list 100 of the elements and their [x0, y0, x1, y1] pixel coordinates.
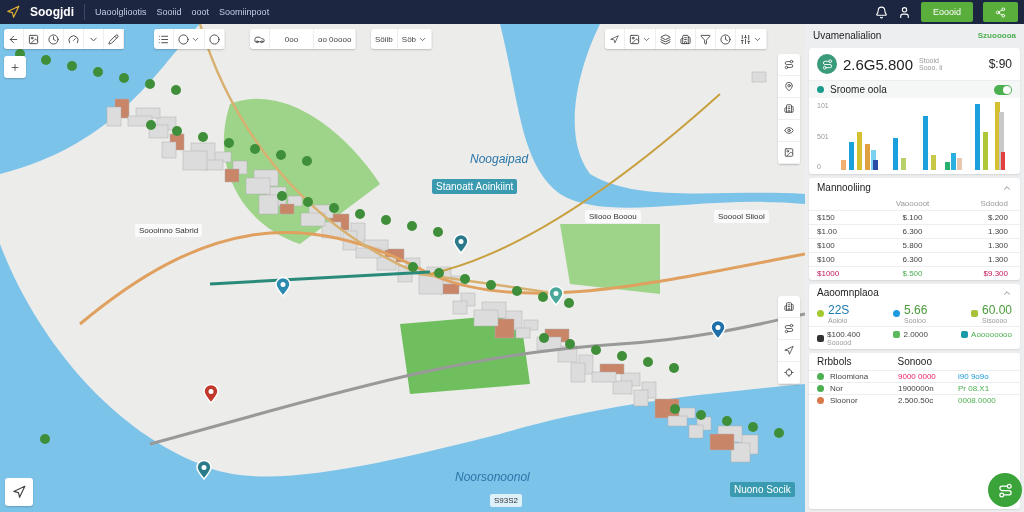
- frame-icon: [629, 33, 640, 45]
- filter-icon: [700, 33, 711, 45]
- summary-amount: $:90: [988, 57, 1012, 71]
- route-icon: [997, 482, 1013, 498]
- legend-label: Nor: [830, 384, 844, 393]
- stat-value: $100.400: [827, 330, 861, 339]
- user-icon[interactable]: [897, 5, 911, 19]
- toolbar-button[interactable]: Söb: [397, 29, 433, 49]
- building-icon: [751, 71, 767, 83]
- legend-label: Sloonor: [830, 396, 859, 405]
- tree-icon: [748, 422, 758, 432]
- column-header: Sdodod: [979, 199, 1008, 208]
- tree-icon: [434, 268, 444, 278]
- legend-value: 2.500.50c: [898, 396, 935, 405]
- app-name: Soogjdi: [30, 5, 74, 19]
- tree-icon: [617, 351, 627, 361]
- legend-label: Rloomiona: [830, 372, 870, 381]
- circle-icon: [178, 33, 189, 45]
- tree-icon: [145, 79, 155, 89]
- section-icon: [817, 86, 824, 93]
- tree-icon: [250, 144, 260, 154]
- tree-icon: [171, 85, 181, 95]
- clock-icon: [720, 33, 731, 45]
- column-header: Sonooo: [897, 356, 932, 367]
- legend-value: 1900000n: [898, 384, 935, 393]
- column-header: Vaooooot: [894, 199, 931, 208]
- tree-icon: [40, 434, 50, 444]
- building-icon: [688, 424, 704, 439]
- table-cell-text: $.100: [901, 213, 924, 222]
- toggle-switch[interactable]: [994, 84, 1012, 95]
- image-icon: [784, 147, 794, 158]
- nav-link[interactable]: Uaoolgliootis: [95, 7, 147, 17]
- toolbar-button[interactable]: oo 0oooo: [314, 29, 357, 49]
- layers-icon: [660, 33, 671, 45]
- toolbar-button[interactable]: Söiib: [371, 29, 398, 49]
- summary-value: 2.6G5.800: [843, 55, 914, 73]
- nav-link[interactable]: Soomiinpoot: [219, 7, 270, 17]
- tree-icon: [539, 333, 549, 343]
- tree-icon: [670, 404, 680, 414]
- logo-icon: [6, 5, 20, 19]
- route-icon: [784, 323, 794, 334]
- arrow-icon: [12, 485, 26, 499]
- total-cell-text: $9.300: [982, 269, 1008, 278]
- bell-icon[interactable]: [874, 5, 888, 19]
- building-icon: [473, 309, 499, 327]
- legend-note: 0008.0000: [958, 396, 997, 405]
- place-label: Soooinno Sabrid: [135, 224, 203, 237]
- toolbar-button[interactable]: 0oo: [270, 29, 314, 49]
- stat-value: 22S: [828, 303, 850, 317]
- tree-icon: [538, 292, 548, 302]
- place-label: Stanoatt Aoinkiint: [432, 179, 518, 194]
- map-pin-icon[interactable]: [548, 286, 564, 306]
- list-icon: [158, 33, 169, 45]
- tree-icon: [565, 339, 575, 349]
- tree-icon: [407, 221, 417, 231]
- building-icon: [106, 106, 122, 127]
- tree-icon: [433, 227, 443, 237]
- building-icon: [709, 433, 735, 451]
- route-fab-button[interactable]: [988, 473, 1022, 507]
- table-cell-text: 1.300: [987, 227, 1008, 236]
- tree-icon: [303, 197, 313, 207]
- map-pin-icon[interactable]: [203, 384, 219, 404]
- tree-icon: [302, 156, 312, 166]
- nav-link[interactable]: Sooiid: [156, 7, 182, 17]
- place-label: Sooool Siiool: [714, 210, 769, 223]
- tree-icon: [93, 67, 103, 77]
- tree-icon: [591, 345, 601, 355]
- building-icon: [245, 177, 271, 195]
- map-pin-icon[interactable]: [196, 460, 212, 480]
- tree-icon: [722, 416, 732, 426]
- tree-icon: [696, 410, 706, 420]
- legend-note: Pr 08.X1: [958, 384, 991, 393]
- section-title: Sroome oola: [830, 84, 887, 95]
- total-cell-text: $.500: [901, 269, 924, 278]
- nav-link[interactable]: ooot: [191, 7, 210, 17]
- share-icon: [995, 6, 1006, 18]
- locate-icon: [784, 367, 794, 378]
- tree-icon: [172, 126, 182, 136]
- table-cell-text: $1.00: [817, 227, 839, 236]
- table-cell-text: $100: [817, 255, 836, 264]
- building-icon: [161, 141, 177, 159]
- compass-button[interactable]: [5, 478, 33, 506]
- building-icon: [452, 300, 468, 315]
- arrow-icon: [610, 34, 619, 44]
- table-cell-text: $150: [817, 213, 836, 222]
- clock-icon: [48, 33, 59, 45]
- tree-icon: [460, 274, 470, 284]
- map-pin-icon[interactable]: [275, 277, 291, 297]
- building-icon: [784, 301, 794, 312]
- water-label: Noorsonoonol: [455, 470, 530, 484]
- tree-icon: [774, 428, 784, 438]
- map-pin-icon[interactable]: [710, 320, 726, 340]
- route-icon: [784, 59, 794, 70]
- place-label: Sliooo Booou: [585, 210, 641, 223]
- table-cell-text: 6.300: [901, 227, 924, 236]
- stat-value: 5.66: [904, 303, 928, 317]
- table-cell-text: 5.800: [901, 241, 924, 250]
- map-pin-icon[interactable]: [453, 234, 469, 254]
- arrow-icon: [784, 345, 794, 356]
- stat-value: Aoooooooo: [971, 330, 1012, 339]
